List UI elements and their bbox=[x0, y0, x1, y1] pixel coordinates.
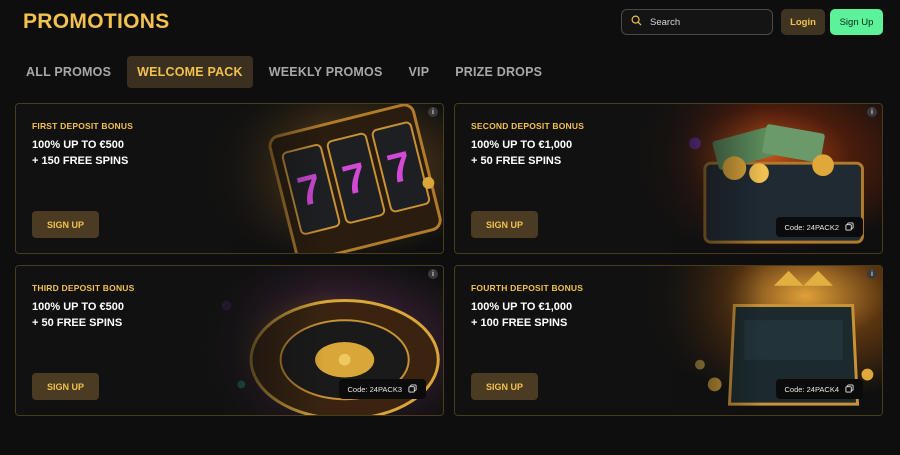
copy-icon[interactable] bbox=[408, 383, 417, 395]
info-icon[interactable]: i bbox=[428, 269, 438, 279]
promo-card-fourth-deposit[interactable]: i FOURTH DEPOSIT BONUS 100% UP TO €1,000… bbox=[454, 265, 883, 416]
tab-vip[interactable]: VIP bbox=[398, 56, 439, 88]
promo-tabs: ALL PROMOS WELCOME PACK WEEKLY PROMOS VI… bbox=[16, 56, 558, 88]
promo-headline: 100% UP TO €1,000 + 50 FREE SPINS bbox=[471, 139, 573, 167]
promo-label: FOURTH DEPOSIT BONUS bbox=[471, 283, 584, 293]
info-icon[interactable]: i bbox=[867, 269, 877, 279]
search-icon bbox=[631, 13, 642, 31]
tab-welcome-pack[interactable]: WELCOME PACK bbox=[127, 56, 253, 88]
promo-headline: 100% UP TO €500 + 150 FREE SPINS bbox=[32, 139, 129, 167]
copy-icon[interactable] bbox=[845, 221, 854, 233]
promo-signup-button[interactable]: SIGN UP bbox=[32, 211, 99, 238]
promo-code-text: Code: 24PACK3 bbox=[347, 384, 402, 394]
info-icon[interactable]: i bbox=[428, 107, 438, 117]
promo-code-chip[interactable]: Code: 24PACK3 bbox=[338, 379, 426, 399]
page-title: PROMOTIONS bbox=[23, 10, 170, 33]
copy-icon[interactable] bbox=[845, 383, 854, 395]
signup-button[interactable]: Sign Up bbox=[830, 9, 883, 35]
search-box[interactable] bbox=[621, 9, 773, 35]
promo-card-second-deposit[interactable]: i SECOND DEPOSIT BONUS 100% UP TO €1,000… bbox=[454, 103, 883, 254]
promo-label: THIRD DEPOSIT BONUS bbox=[32, 283, 135, 293]
tab-all-promos[interactable]: ALL PROMOS bbox=[16, 56, 121, 88]
tab-prize-drops[interactable]: PRIZE DROPS bbox=[445, 56, 552, 88]
promo-code-text: Code: 24PACK2 bbox=[784, 222, 839, 232]
promo-label: SECOND DEPOSIT BONUS bbox=[471, 121, 585, 131]
promo-card-first-deposit[interactable]: 7 7 7 i FIRST DEPOSIT BONUS 100% UP TO €… bbox=[15, 103, 444, 254]
promo-card-third-deposit[interactable]: i THIRD DEPOSIT BONUS 100% UP TO €500 + … bbox=[15, 265, 444, 416]
login-button[interactable]: Login bbox=[781, 9, 825, 35]
search-input[interactable] bbox=[650, 16, 760, 28]
promo-signup-button[interactable]: SIGN UP bbox=[471, 373, 538, 400]
promo-signup-button[interactable]: SIGN UP bbox=[32, 373, 99, 400]
info-icon[interactable]: i bbox=[867, 107, 877, 117]
promo-headline: 100% UP TO €1,000 + 100 FREE SPINS bbox=[471, 301, 573, 329]
tab-weekly-promos[interactable]: WEEKLY PROMOS bbox=[259, 56, 393, 88]
promo-label: FIRST DEPOSIT BONUS bbox=[32, 121, 134, 131]
promo-code-chip[interactable]: Code: 24PACK4 bbox=[775, 379, 863, 399]
promo-headline: 100% UP TO €500 + 50 FREE SPINS bbox=[32, 301, 124, 329]
promo-code-text: Code: 24PACK4 bbox=[784, 384, 839, 394]
promo-signup-button[interactable]: SIGN UP bbox=[471, 211, 538, 238]
promo-code-chip[interactable]: Code: 24PACK2 bbox=[775, 217, 863, 237]
